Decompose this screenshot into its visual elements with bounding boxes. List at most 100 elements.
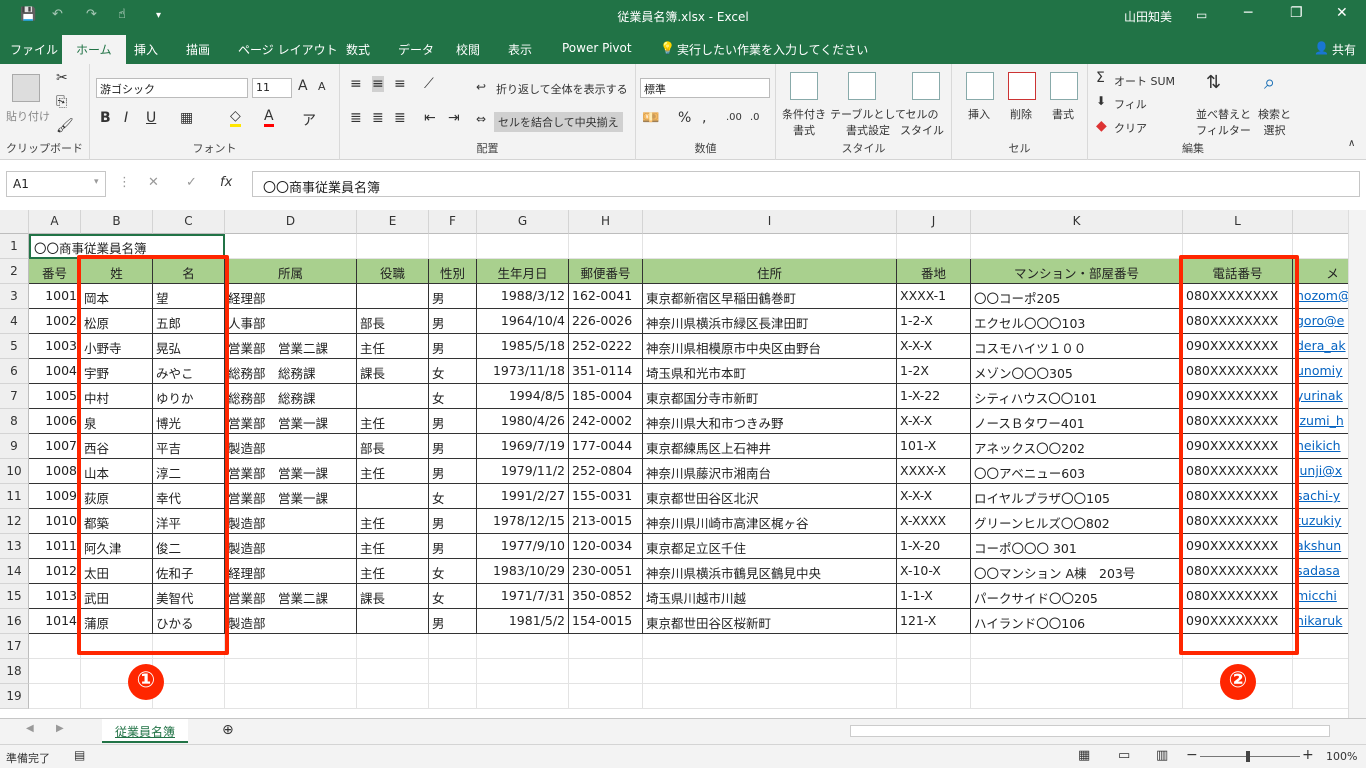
cell-postal-code[interactable]: 177-0044 bbox=[569, 434, 643, 459]
cell-id[interactable]: 1005 bbox=[29, 384, 81, 409]
align-left-icon[interactable]: ≣ bbox=[350, 110, 362, 126]
cell-address[interactable]: 神奈川県横浜市鶴見区鶴見中央 bbox=[643, 559, 897, 584]
cell-department[interactable]: 製造部 bbox=[225, 434, 357, 459]
format-as-table-button[interactable]: テーブルとして 書式設定 bbox=[830, 106, 906, 138]
row-header[interactable]: 12 bbox=[0, 509, 29, 534]
cell-gender[interactable]: 女 bbox=[429, 484, 477, 509]
wrap-text-button[interactable]: 折り返して全体を表示する bbox=[496, 81, 628, 97]
cell-department[interactable] bbox=[225, 234, 357, 259]
cell-gender[interactable] bbox=[429, 659, 477, 684]
column-header[interactable]: E bbox=[357, 210, 429, 234]
cell-gender[interactable]: 男 bbox=[429, 409, 477, 434]
row-header[interactable]: 9 bbox=[0, 434, 29, 459]
underline-button[interactable]: U bbox=[146, 110, 156, 126]
cell-postal-code[interactable]: 185-0004 bbox=[569, 384, 643, 409]
cell-id[interactable]: 1010 bbox=[29, 509, 81, 534]
row-header[interactable]: 11 bbox=[0, 484, 29, 509]
cell-postal-code[interactable]: 213-0015 bbox=[569, 509, 643, 534]
cell-department[interactable]: 経理部 bbox=[225, 559, 357, 584]
cell-id[interactable]: 1002 bbox=[29, 309, 81, 334]
cell-birthdate[interactable]: 1969/7/19 bbox=[477, 434, 569, 459]
sort-filter-button[interactable]: 並べ替えと フィルター bbox=[1196, 106, 1251, 138]
cell-street-number[interactable]: X-X-X bbox=[897, 484, 971, 509]
cell-building[interactable]: ノースＢタワー401 bbox=[971, 409, 1183, 434]
shrink-font-icon[interactable]: A bbox=[318, 80, 326, 93]
cell-street-number[interactable]: XXXX-X bbox=[897, 459, 971, 484]
column-header[interactable]: J bbox=[897, 210, 971, 234]
column-header[interactable]: G bbox=[477, 210, 569, 234]
cell-position[interactable] bbox=[357, 684, 429, 709]
cell-building[interactable]: 〇〇アベニュー603 bbox=[971, 459, 1183, 484]
cell-birthdate[interactable]: 1971/7/31 bbox=[477, 584, 569, 609]
tab-insert[interactable]: 挿入 bbox=[134, 41, 158, 58]
cell-postal-code[interactable]: 252-0222 bbox=[569, 334, 643, 359]
tab-page-layout[interactable]: ページ レイアウト bbox=[238, 41, 338, 58]
cell-gender[interactable] bbox=[429, 634, 477, 659]
cell-street-number[interactable] bbox=[897, 684, 971, 709]
cell-street-number[interactable]: XXXX-1 bbox=[897, 284, 971, 309]
cell-position[interactable] bbox=[357, 284, 429, 309]
cell-address[interactable]: 神奈川県相模原市中央区由野台 bbox=[643, 334, 897, 359]
cell-gender[interactable] bbox=[429, 684, 477, 709]
cell-id[interactable]: 1001 bbox=[29, 284, 81, 309]
minimize-icon[interactable]: ─ bbox=[1244, 5, 1252, 21]
row-header[interactable]: 19 bbox=[0, 684, 29, 709]
cell-building[interactable]: グリーンヒルズ〇〇802 bbox=[971, 509, 1183, 534]
page-layout-view-icon[interactable]: ▭ bbox=[1118, 748, 1130, 763]
header-building[interactable]: マンション・部屋番号 bbox=[971, 259, 1183, 284]
tell-me-search[interactable]: 実行したい作業を入力してください bbox=[677, 41, 868, 58]
row-header[interactable]: 4 bbox=[0, 309, 29, 334]
macro-record-icon[interactable]: ▤ bbox=[74, 748, 85, 762]
cell-birthdate[interactable] bbox=[477, 634, 569, 659]
page-break-view-icon[interactable]: ▥ bbox=[1156, 748, 1168, 763]
cell-position[interactable] bbox=[357, 484, 429, 509]
cell-address[interactable] bbox=[643, 684, 897, 709]
cell-department[interactable]: 総務部 総務課 bbox=[225, 359, 357, 384]
cell-street-number[interactable]: 1-1-X bbox=[897, 584, 971, 609]
row-header[interactable]: 13 bbox=[0, 534, 29, 559]
prev-sheet-icon[interactable]: ◀ bbox=[26, 723, 34, 734]
cell-gender[interactable]: 男 bbox=[429, 609, 477, 634]
align-center-icon[interactable]: ≣ bbox=[372, 110, 384, 126]
tab-data[interactable]: データ bbox=[398, 41, 434, 58]
cell-department[interactable]: 総務部 総務課 bbox=[225, 384, 357, 409]
cell-address[interactable]: 東京都国分寺市新町 bbox=[643, 384, 897, 409]
cell-address[interactable]: 東京都世田谷区北沢 bbox=[643, 484, 897, 509]
cell-address[interactable] bbox=[643, 634, 897, 659]
font-size-select[interactable]: 11 bbox=[252, 78, 292, 98]
row-header[interactable]: 10 bbox=[0, 459, 29, 484]
tab-home[interactable]: ホーム bbox=[62, 35, 126, 64]
column-header[interactable]: B bbox=[81, 210, 153, 234]
insert-cells-button[interactable]: 挿入 bbox=[968, 106, 990, 122]
cell-address[interactable] bbox=[643, 659, 897, 684]
header-postal-code[interactable]: 郵便番号 bbox=[569, 259, 643, 284]
share-button[interactable]: 共有 bbox=[1332, 41, 1356, 58]
font-color-icon[interactable]: A bbox=[264, 108, 274, 127]
cell-position[interactable] bbox=[357, 634, 429, 659]
cell-gender[interactable]: 男 bbox=[429, 309, 477, 334]
format-cells-button[interactable]: 書式 bbox=[1052, 106, 1074, 122]
cell-position[interactable]: 主任 bbox=[357, 534, 429, 559]
bold-button[interactable]: B bbox=[100, 110, 111, 126]
row-header[interactable]: 14 bbox=[0, 559, 29, 584]
align-middle-icon[interactable]: ≡ bbox=[372, 76, 384, 92]
cell-department[interactable]: 営業部 営業二課 bbox=[225, 334, 357, 359]
vertical-scrollbar[interactable] bbox=[1348, 210, 1366, 718]
header-id[interactable]: 番号 bbox=[29, 259, 81, 284]
cell-position[interactable]: 部長 bbox=[357, 434, 429, 459]
comma-button[interactable]: , bbox=[702, 110, 706, 126]
cell-position[interactable]: 主任 bbox=[357, 334, 429, 359]
cell-building[interactable] bbox=[971, 234, 1183, 259]
cell-building[interactable] bbox=[971, 659, 1183, 684]
row-header[interactable]: 6 bbox=[0, 359, 29, 384]
new-sheet-icon[interactable]: ⊕ bbox=[222, 722, 234, 738]
cell-building[interactable]: コーポ〇〇〇 301 bbox=[971, 534, 1183, 559]
cell-id[interactable]: 1006 bbox=[29, 409, 81, 434]
cell-position[interactable]: 主任 bbox=[357, 509, 429, 534]
cell-birthdate[interactable]: 1983/10/29 bbox=[477, 559, 569, 584]
header-position[interactable]: 役職 bbox=[357, 259, 429, 284]
cell-birthdate[interactable]: 1978/12/15 bbox=[477, 509, 569, 534]
orientation-icon[interactable]: ⟋ bbox=[424, 76, 434, 92]
cell-department[interactable] bbox=[225, 684, 357, 709]
cell-first-name[interactable] bbox=[153, 684, 225, 709]
